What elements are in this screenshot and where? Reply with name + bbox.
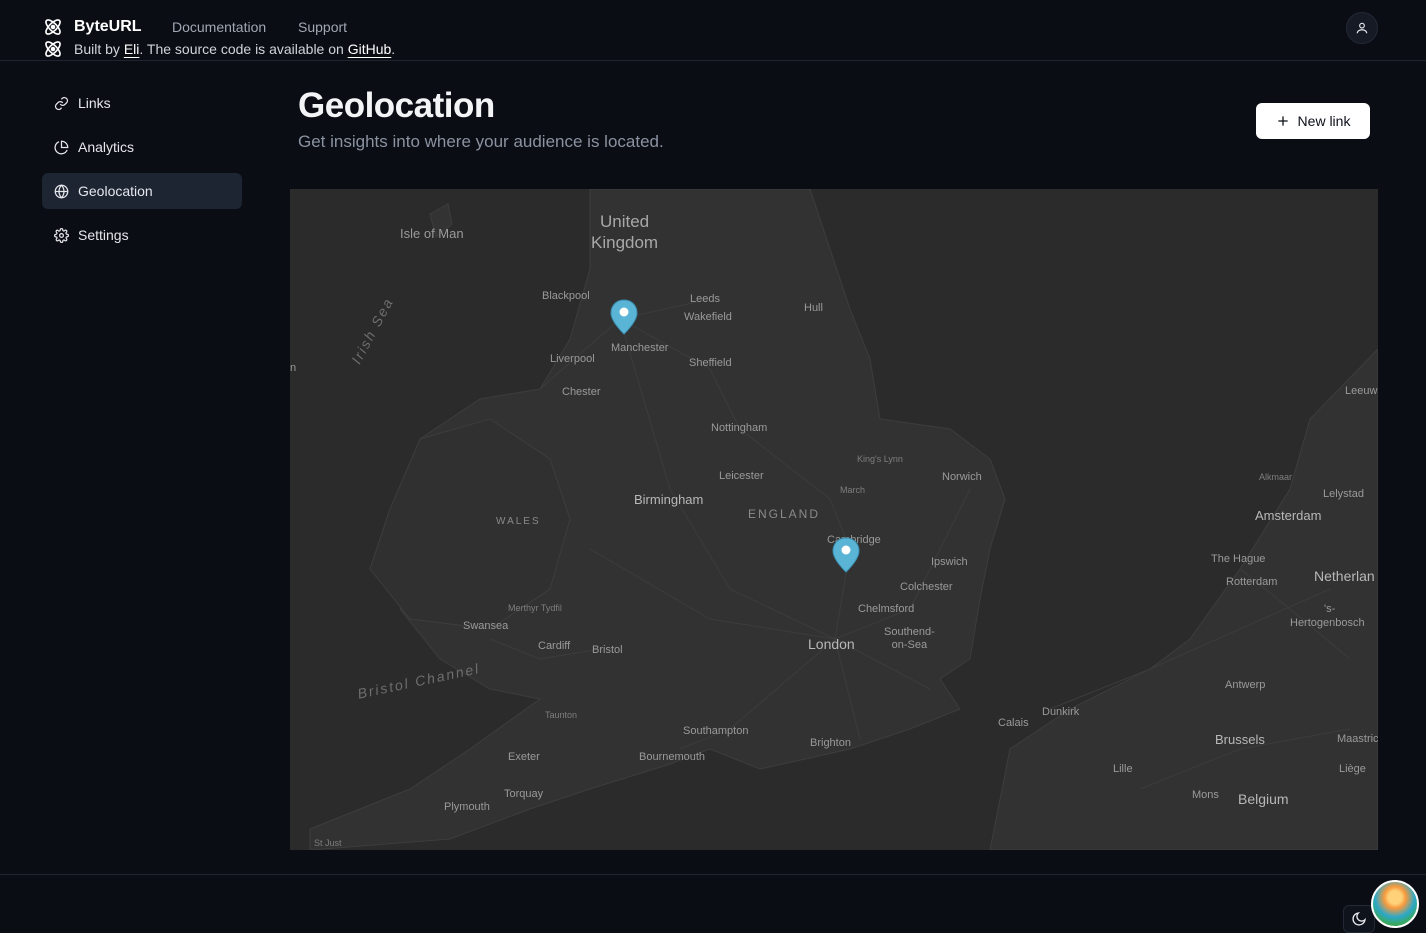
- map-label-taunton: Taunton: [545, 710, 578, 720]
- github-link[interactable]: GitHub: [348, 41, 392, 57]
- plus-icon: [1277, 116, 1288, 126]
- map-label-united-kingdom: United Kingdom: [591, 211, 658, 253]
- map-label-nottingham: Nottingham: [711, 422, 768, 434]
- atom-logo-icon: [45, 19, 61, 35]
- map-label-exeter: Exeter: [508, 751, 540, 763]
- brand-name: ByteURL: [74, 18, 142, 35]
- map-label-maastricht: Maastric: [1337, 733, 1378, 745]
- map-label-line: United: [599, 212, 650, 231]
- geolocation-map[interactable]: United Kingdom Isle of Man Blackpool Leed…: [290, 189, 1378, 850]
- map-label-dunkirk: Dunkirk: [1042, 706, 1080, 718]
- map-label-s: 's-: [1324, 603, 1336, 615]
- map-label-chelmsford: Chelmsford: [858, 603, 915, 615]
- map-label-mons: Mons: [1192, 789, 1219, 801]
- map-label-st-just: St Just: [314, 838, 342, 848]
- map-label-lelystad: Lelystad: [1323, 488, 1364, 500]
- footer: [0, 874, 1426, 933]
- map-label-chester: Chester: [562, 386, 601, 398]
- map-label-kings-lynn: King's Lynn: [857, 454, 903, 464]
- sidebar-item-geolocation[interactable]: Geolocation: [42, 173, 242, 209]
- map-label-liege: Liège: [1339, 763, 1366, 775]
- link-icon: [54, 96, 69, 110]
- map-label-ipswich: Ipswich: [931, 556, 968, 568]
- map-label-torquay: Torquay: [504, 788, 544, 800]
- map-label-swansea: Swansea: [463, 620, 509, 632]
- user-icon: [1356, 22, 1368, 34]
- map-label-belgium: Belgium: [1238, 791, 1289, 807]
- pie-chart-icon: [54, 140, 69, 154]
- map-label-colchester: Colchester: [900, 581, 953, 593]
- map-label-isle-of-man: Isle of Man: [400, 226, 464, 241]
- nav-documentation-link[interactable]: Documentation: [172, 19, 266, 35]
- footer-text: Built by Eli. The source code is availab…: [74, 41, 395, 57]
- map-label-southampton: Southampton: [683, 725, 749, 737]
- map-label-manchester: Manchester: [611, 342, 669, 354]
- brand[interactable]: ByteURL: [42, 16, 142, 38]
- globe-icon: [54, 183, 69, 199]
- sidebar-item-analytics[interactable]: Analytics: [42, 129, 242, 165]
- manchester-marker[interactable]: [610, 299, 638, 335]
- sidebar-item-label: Links: [78, 95, 111, 111]
- map-label-london: London: [808, 636, 855, 652]
- sidebar-item-links[interactable]: Links: [42, 85, 242, 121]
- map-label-lille: Lille: [1113, 763, 1133, 775]
- map-label-calais: Calais: [998, 717, 1029, 729]
- gear-icon: [54, 227, 69, 243]
- map-label-leeds: Leeds: [690, 293, 720, 305]
- map-label-brighton: Brighton: [810, 737, 851, 749]
- map-label-rotterdam: Rotterdam: [1226, 576, 1278, 588]
- moon-sun-icon: [1352, 912, 1366, 926]
- map-label-wales: WALES: [496, 516, 541, 527]
- author-link[interactable]: Eli: [124, 41, 140, 57]
- map-label-line: Kingdom: [591, 233, 659, 252]
- nav-support-link[interactable]: Support: [298, 19, 347, 35]
- map-label-wakefield: Wakefield: [684, 311, 732, 323]
- map-label-brussels: Brussels: [1215, 732, 1265, 747]
- new-link-button[interactable]: New link: [1256, 103, 1370, 139]
- map-label-bournemouth: Bournemouth: [639, 751, 706, 763]
- map-label-march: March: [840, 485, 866, 495]
- atom-logo-icon: [45, 41, 61, 57]
- map-label-liverpool: Liverpool: [550, 353, 595, 365]
- map-label-alkmaar: Alkmaar: [1259, 472, 1293, 482]
- map-label-sheffield: Sheffield: [689, 357, 732, 369]
- map-basemap: [290, 189, 1378, 850]
- map-label-southend: Southend-on-Sea: [884, 626, 935, 652]
- map-label-edge: n: [290, 362, 297, 374]
- map-label-line: Southend-: [884, 626, 935, 638]
- map-label-hertogenbosch: Hertogenbosch: [1290, 617, 1365, 629]
- map-label-leicester: Leicester: [719, 470, 764, 482]
- map-label-bristol: Bristol: [592, 644, 623, 656]
- map-label-netherlands: Netherlan: [1314, 568, 1375, 584]
- map-label-merthyr-tydfil: Merthyr Tydfil: [508, 603, 562, 613]
- sidebar-item-settings[interactable]: Settings: [42, 217, 242, 253]
- map-label-birmingham: Birmingham: [634, 492, 704, 507]
- footer-prefix: Built by: [74, 41, 120, 57]
- theme-toggle-button[interactable]: [1343, 905, 1375, 933]
- footer-suffix: .: [391, 41, 396, 57]
- map-label-blackpool: Blackpool: [542, 290, 590, 302]
- sidebar: Links Analytics Geolocation Settings: [42, 85, 242, 261]
- sidebar-item-label: Analytics: [78, 139, 135, 155]
- new-link-label: New link: [1297, 113, 1351, 129]
- map-label-hull: Hull: [804, 302, 823, 314]
- footer-middle: . The source code is available on: [139, 41, 344, 57]
- floating-profile-avatar[interactable]: [1371, 880, 1419, 928]
- map-label-amsterdam: Amsterdam: [1255, 508, 1322, 523]
- map-label-norwich: Norwich: [942, 471, 982, 483]
- sidebar-item-label: Geolocation: [78, 183, 153, 199]
- page-subtitle: Get insights into where your audience is…: [298, 132, 664, 151]
- user-menu-button[interactable]: [1346, 12, 1378, 44]
- footer-credits: Built by Eli. The source code is availab…: [42, 38, 395, 60]
- map-label-england: ENGLAND: [748, 507, 821, 521]
- map-label-the-hague: The Hague: [1211, 553, 1266, 565]
- map-label-antwerp: Antwerp: [1225, 679, 1266, 691]
- map-label-line: on-Sea: [891, 639, 928, 651]
- map-label-leeuwarden: Leeuwa: [1345, 385, 1378, 397]
- map-label-cardiff: Cardiff: [538, 640, 571, 652]
- sidebar-item-label: Settings: [78, 227, 129, 243]
- map-label-plymouth: Plymouth: [444, 801, 490, 813]
- cambridge-marker[interactable]: [832, 537, 860, 573]
- page-title: Geolocation: [298, 86, 495, 125]
